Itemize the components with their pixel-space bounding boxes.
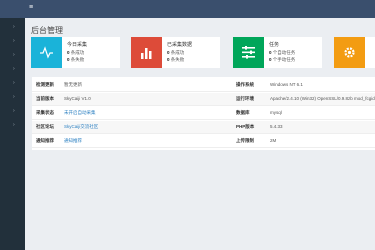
- info-key: 上传限制: [236, 138, 254, 143]
- sidebar-item[interactable]: ›: [0, 104, 25, 118]
- stat-line: 0 条成功: [67, 50, 85, 55]
- pulse-icon: [31, 37, 62, 68]
- info-value: Apache/2.4.10 (Win32) OpenSSL/0.9.8zb mo…: [270, 96, 375, 101]
- menu-toggle-icon[interactable]: ≡: [29, 4, 36, 12]
- sidebar-item[interactable]: ›: [0, 118, 25, 132]
- bar-chart-icon: [131, 37, 162, 68]
- gear-icon: [334, 37, 365, 68]
- chevron-right-icon: ›: [13, 122, 15, 128]
- chevron-right-icon: ›: [13, 108, 15, 114]
- info-key: 操作系统: [236, 82, 254, 87]
- stat-line: 0 条失败: [167, 57, 185, 62]
- sidebar-item[interactable]: ›: [0, 48, 25, 62]
- tasks-icon: [233, 37, 264, 68]
- info-key: 数据库: [236, 110, 250, 115]
- chevron-right-icon: ›: [13, 38, 15, 44]
- stat-line: 0 个手动任务: [269, 57, 296, 62]
- info-key: 社区论坛: [36, 124, 54, 129]
- info-value: SkyCaiji V1.0: [64, 96, 91, 101]
- chevron-right-icon: ›: [13, 52, 15, 58]
- stat-card-label: 今日采集: [67, 42, 88, 48]
- info-value: mysql: [270, 110, 282, 115]
- chevron-right-icon: ›: [13, 66, 15, 72]
- notice-link[interactable]: 通知推荐: [64, 138, 82, 144]
- info-key: 当前版本: [36, 96, 54, 101]
- info-value: 2M: [270, 138, 277, 143]
- info-key: PHP版本: [236, 124, 255, 129]
- stat-card-settings[interactable]: [334, 37, 375, 68]
- chevron-right-icon: ›: [13, 94, 15, 100]
- sidebar-item[interactable]: ›: [0, 34, 25, 48]
- stat-card-collected[interactable]: 已采集数据 0 条成功 0 条失败: [131, 37, 220, 68]
- chevron-right-icon: ›: [13, 80, 15, 86]
- table-row: 当前版本 SkyCaiji V1.0 运行环境 Apache/2.4.10 (W…: [32, 93, 375, 106]
- stat-card-tasks[interactable]: 任务 0 个自动任务 0 个手动任务: [233, 37, 322, 68]
- sidebar-item[interactable]: ›: [0, 76, 25, 90]
- collect-status-link[interactable]: 未开启自动采集: [64, 110, 96, 116]
- system-info-table: 检测更新 暂无更新 操作系统 Windows NT 6.1 当前版本 SkyCa…: [32, 77, 375, 150]
- chevron-right-icon: ›: [13, 24, 15, 30]
- table-row: 社区论坛 SkyCaiji交流社区 PHP版本 5.4.33: [32, 121, 375, 134]
- table-row: 通知推荐 通知推荐 上传限制 2M: [32, 135, 375, 148]
- top-navbar: ≡: [0, 0, 375, 18]
- info-value: 暂无更新: [64, 82, 82, 87]
- stat-line: 0 条失败: [67, 57, 85, 62]
- stat-line: 0 条成功: [167, 50, 185, 55]
- stat-line: 0 个自动任务: [269, 50, 296, 55]
- page-title: 后台管理: [31, 26, 63, 35]
- sidebar-item[interactable]: ›: [0, 62, 25, 76]
- sidebar-item[interactable]: ›: [0, 90, 25, 104]
- info-value: Windows NT 6.1: [270, 82, 303, 87]
- sidebar-item[interactable]: ›: [0, 20, 25, 34]
- stat-card-today[interactable]: 今日采集 0 条成功 0 条失败: [31, 37, 120, 68]
- info-key: 通知推荐: [36, 138, 54, 143]
- stat-card-label: 已采集数据: [167, 42, 193, 48]
- info-value: 5.4.33: [270, 124, 283, 129]
- table-row: 采集状态 未开启自动采集 数据库 mysql: [32, 107, 375, 120]
- table-row: 检测更新 暂无更新 操作系统 Windows NT 6.1: [32, 79, 375, 92]
- info-key: 检测更新: [36, 82, 54, 87]
- sidebar: › › › › › › › ›: [0, 18, 25, 250]
- community-link[interactable]: SkyCaiji交流社区: [64, 124, 98, 130]
- info-key: 运行环境: [236, 96, 254, 101]
- info-key: 采集状态: [36, 110, 54, 115]
- stat-card-label: 任务: [269, 42, 280, 48]
